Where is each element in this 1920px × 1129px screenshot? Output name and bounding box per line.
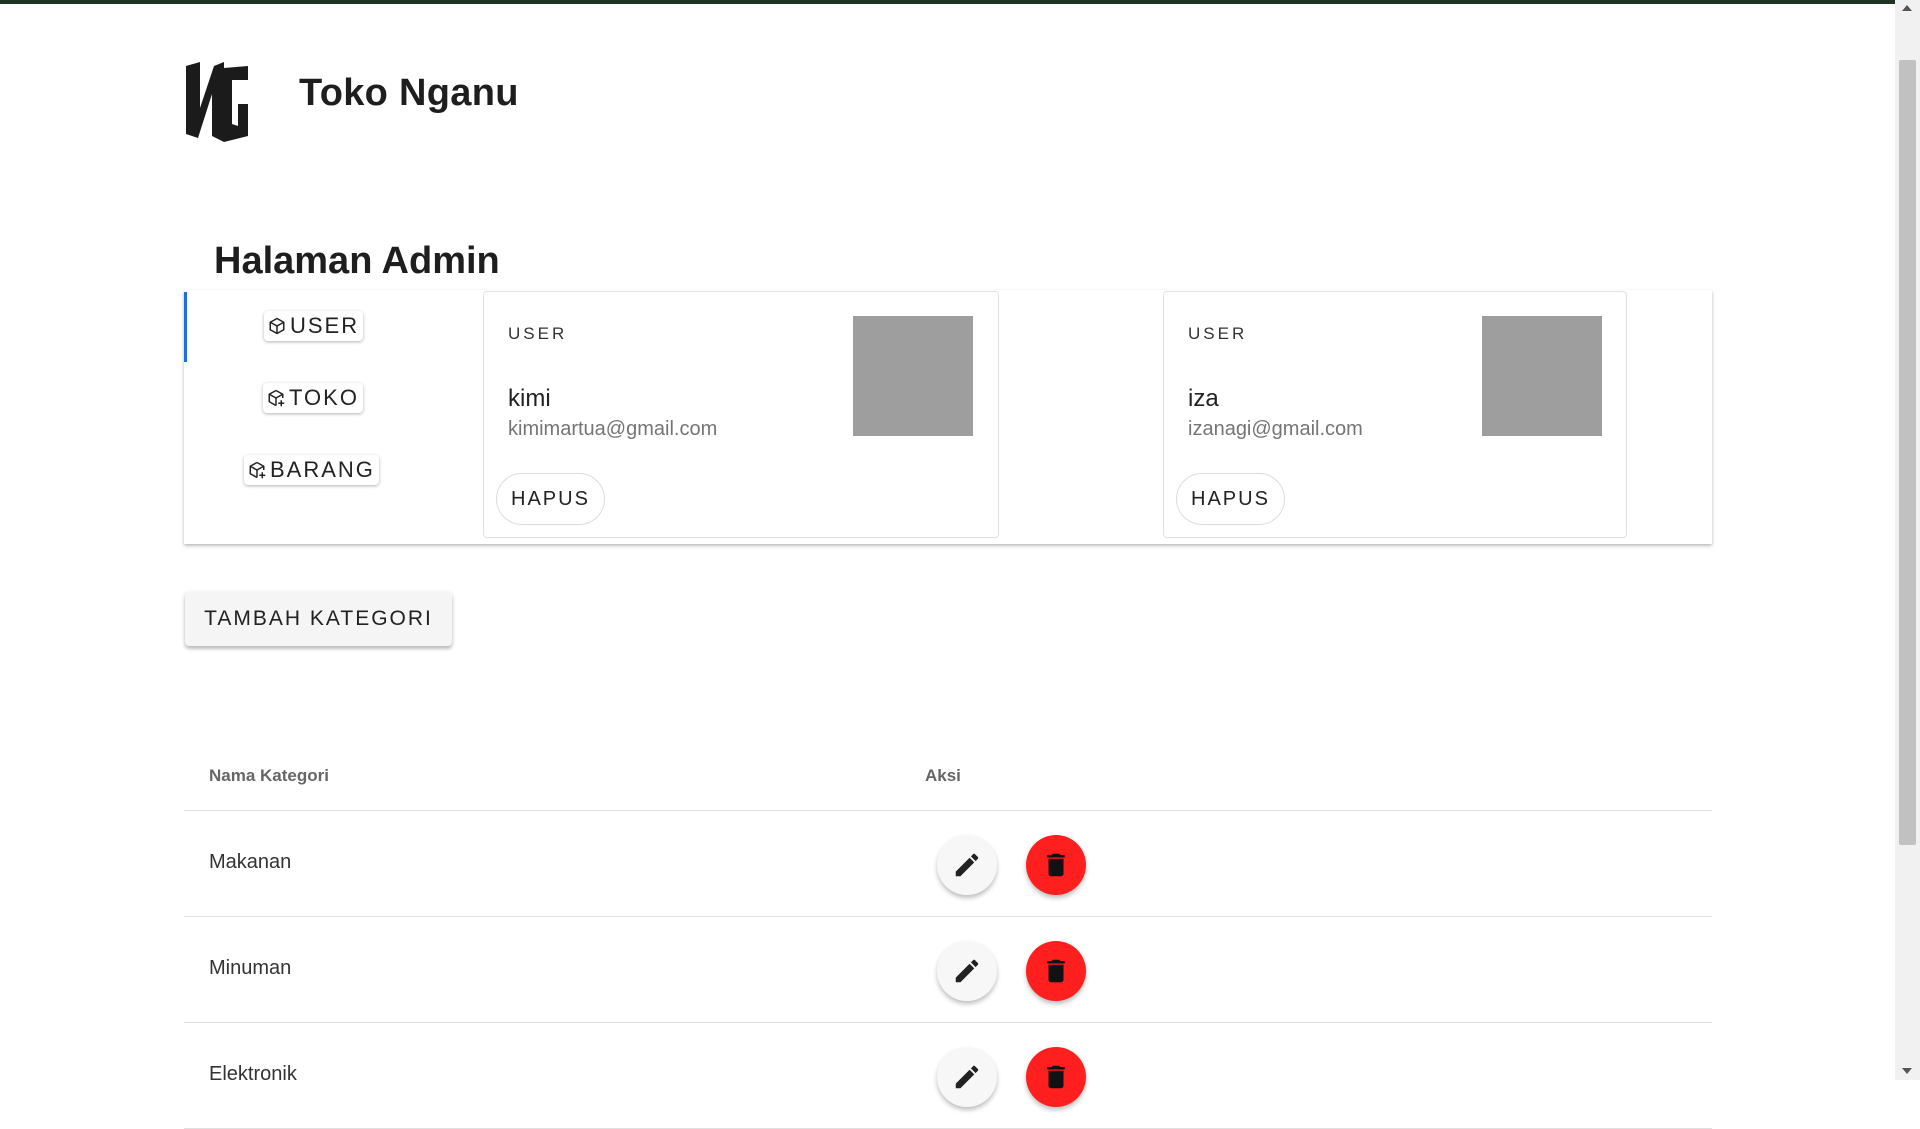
admin-panel: USER TOKO BARANG USER kimi kimimartua@gm… [184, 290, 1712, 544]
user-card: USER iza izanagi@gmail.com HAPUS [1163, 291, 1627, 538]
box-plus-icon [249, 461, 266, 479]
edit-button[interactable] [937, 835, 997, 895]
column-header-aksi: Aksi [925, 766, 961, 785]
pencil-icon [955, 1065, 979, 1089]
user-card: USER kimi kimimartua@gmail.com HAPUS [483, 291, 999, 538]
add-category-button[interactable]: TAMBAH KATEGORI [185, 592, 452, 646]
scroll-up-arrow-icon[interactable] [1902, 5, 1912, 11]
trash-icon [1047, 853, 1065, 877]
box-icon [269, 317, 285, 335]
user-email: kimimartua@gmail.com [508, 418, 718, 440]
edit-button[interactable] [937, 1047, 997, 1107]
card-overline: USER [1188, 324, 1248, 343]
column-header-name: Nama Kategori [209, 766, 329, 785]
category-table: Nama Kategori Aksi Makanan Minuman Elekt… [184, 740, 1712, 1129]
page: Toko Nganu Halaman Admin USER TOKO BARAN… [0, 0, 1895, 1129]
tab-user[interactable]: USER [264, 311, 364, 341]
card-overline: USER [508, 324, 568, 343]
tab-barang-label: BARANG [270, 457, 375, 482]
pencil-icon [955, 853, 979, 877]
brand-logo [186, 62, 248, 142]
tab-user-label: USER [290, 313, 360, 338]
category-name: Elektronik [209, 1063, 297, 1085]
vertical-scrollbar[interactable] [1895, 0, 1920, 1080]
table-row: Minuman [184, 917, 1712, 1023]
delete-user-button[interactable]: HAPUS [1176, 473, 1285, 525]
active-tab-indicator [184, 292, 187, 362]
category-name: Makanan [209, 851, 292, 873]
table-row: Elektronik [184, 1023, 1712, 1129]
tab-toko[interactable]: TOKO [263, 383, 363, 413]
tab-barang[interactable]: BARANG [244, 455, 379, 485]
table-row: Makanan [184, 811, 1712, 917]
delete-button[interactable] [1026, 835, 1086, 895]
edit-button[interactable] [937, 941, 997, 1001]
table-header: Nama Kategori Aksi [184, 740, 1712, 811]
box-plus-icon [268, 389, 285, 407]
delete-button[interactable] [1026, 941, 1086, 1001]
user-email: izanagi@gmail.com [1188, 418, 1363, 440]
tab-toko-label: TOKO [289, 385, 359, 410]
brand-name: Toko Nganu [299, 72, 519, 114]
trash-icon [1047, 1065, 1065, 1089]
user-thumbnail [853, 316, 973, 436]
user-thumbnail [1482, 316, 1602, 436]
admin-tabs: USER TOKO BARANG [184, 290, 479, 544]
delete-user-button[interactable]: HAPUS [496, 473, 605, 525]
category-name: Minuman [209, 957, 292, 979]
user-name: iza [1188, 385, 1219, 412]
page-title: Halaman Admin [214, 240, 500, 282]
pencil-icon [955, 959, 979, 983]
scroll-down-arrow-icon[interactable] [1902, 1068, 1912, 1074]
user-name: kimi [508, 385, 551, 412]
delete-button[interactable] [1026, 1047, 1086, 1107]
trash-icon [1047, 959, 1065, 983]
scrollbar-thumb[interactable] [1899, 60, 1916, 845]
